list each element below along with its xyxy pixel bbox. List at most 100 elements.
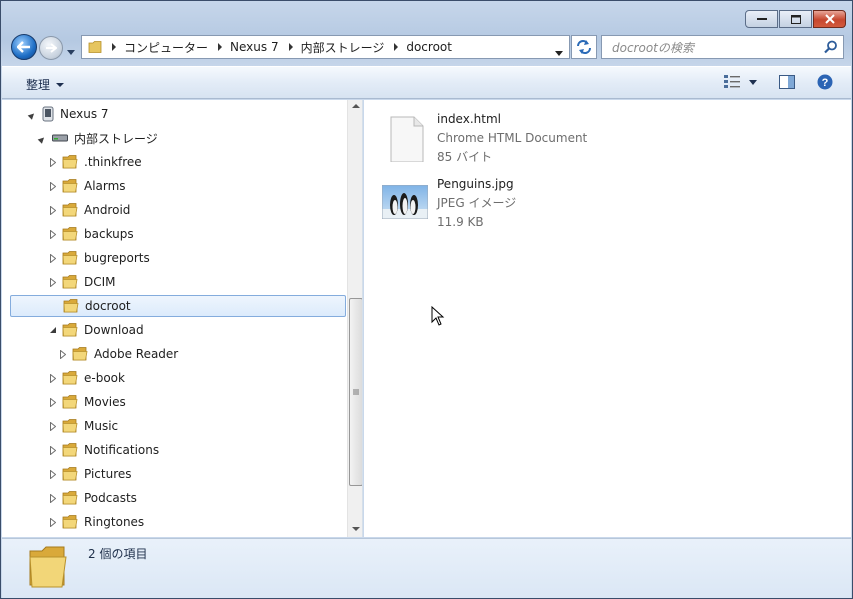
- file-item-index-html[interactable]: index.html Chrome HTML Document 85 バイト: [382, 110, 662, 170]
- tree-item-label: Movies: [84, 395, 126, 409]
- expand-arrow-icon[interactable]: [28, 109, 38, 119]
- back-button[interactable]: [11, 34, 37, 60]
- address-history-dropdown[interactable]: [555, 45, 563, 59]
- folder-icon: [88, 40, 102, 54]
- device-icon: [42, 106, 54, 122]
- tree-item-folder[interactable]: Adobe Reader: [58, 343, 178, 365]
- search-input[interactable]: docrootの検索: [601, 35, 844, 59]
- tree-item-label: Nexus 7: [60, 107, 109, 121]
- expand-arrow-icon[interactable]: [48, 277, 58, 287]
- tree-item-label: Music: [84, 419, 119, 433]
- folder-icon: [62, 515, 78, 529]
- help-button[interactable]: ?: [817, 74, 833, 90]
- folder-icon: [62, 467, 78, 481]
- address-bar[interactable]: コンピューター Nexus 7 内部ストレージ docroot: [81, 35, 570, 59]
- expand-arrow-icon[interactable]: [48, 493, 58, 503]
- breadcrumb-internal-storage[interactable]: 内部ストレージ: [301, 39, 385, 56]
- tree-item-folder[interactable]: Alarms: [48, 175, 126, 197]
- file-list-pane: index.html Chrome HTML Document 85 バイト P…: [364, 100, 851, 537]
- explorer-window: コンピューター Nexus 7 内部ストレージ docroot docrootの…: [0, 0, 853, 599]
- recent-pages-dropdown[interactable]: [67, 44, 75, 58]
- file-item-penguins-jpg[interactable]: Penguins.jpg JPEG イメージ 11.9 KB: [381, 175, 662, 235]
- breadcrumb-nexus7[interactable]: Nexus 7: [230, 40, 279, 54]
- folder-icon: [63, 299, 79, 313]
- tree-item-folder[interactable]: docroot: [10, 295, 346, 317]
- scroll-up-arrow-icon[interactable]: [352, 104, 360, 108]
- tree-item-folder[interactable]: Download: [48, 319, 144, 341]
- scrollbar-thumb[interactable]: [349, 298, 362, 486]
- tree-item-label: DCIM: [84, 275, 116, 289]
- close-button[interactable]: [813, 10, 846, 28]
- view-options-icon: [724, 75, 740, 88]
- tree-item-folder[interactable]: Podcasts: [48, 487, 137, 509]
- navigation-pane: Nexus 7 内部ストレージ .thinkfree Alarms Android b…: [2, 100, 363, 537]
- breadcrumb-computer[interactable]: コンピューター: [124, 39, 208, 56]
- expand-arrow-icon[interactable]: [48, 373, 58, 383]
- expand-arrow-icon[interactable]: [48, 253, 58, 263]
- breadcrumb-separator[interactable]: [218, 43, 223, 51]
- breadcrumb-separator[interactable]: [112, 43, 116, 51]
- tree-item-label: Pictures: [84, 467, 132, 481]
- file-type: Chrome HTML Document: [437, 131, 588, 145]
- tree-item-nexus7[interactable]: Nexus 7: [28, 103, 109, 125]
- breadcrumb-separator[interactable]: [288, 43, 293, 51]
- preview-pane-icon: [779, 75, 795, 89]
- minimize-icon: [756, 18, 767, 20]
- expand-arrow-icon[interactable]: [48, 157, 58, 167]
- tree-item-label: backups: [84, 227, 134, 241]
- navigation-bar: コンピューター Nexus 7 内部ストレージ docroot docrootの…: [1, 31, 852, 63]
- tree-item-folder[interactable]: Movies: [48, 391, 126, 413]
- folder-icon: [62, 419, 78, 433]
- breadcrumb-docroot[interactable]: docroot: [406, 40, 452, 54]
- vertical-scrollbar[interactable]: [347, 100, 362, 537]
- tree-item-internal-storage[interactable]: 内部ストレージ: [38, 127, 158, 149]
- folder-icon: [62, 179, 78, 193]
- window-controls: [744, 10, 846, 28]
- organize-button[interactable]: 整理: [26, 76, 65, 93]
- tree-item-folder[interactable]: .thinkfree: [48, 151, 142, 173]
- tree-item-folder[interactable]: Notifications: [48, 439, 159, 461]
- expand-arrow-icon[interactable]: [58, 349, 68, 359]
- expand-arrow-icon[interactable]: [48, 469, 58, 479]
- tree-item-label: Podcasts: [84, 491, 137, 505]
- scroll-down-arrow-icon[interactable]: [352, 527, 360, 531]
- breadcrumb-label: 内部ストレージ: [300, 40, 385, 55]
- expand-arrow-icon[interactable]: [48, 229, 58, 239]
- search-icon[interactable]: [824, 40, 838, 57]
- tree-item-folder[interactable]: e-book: [48, 367, 125, 389]
- help-icon: ?: [817, 74, 833, 90]
- item-count: 2 個の項目: [88, 547, 148, 561]
- close-icon: [824, 14, 835, 24]
- forward-button[interactable]: [39, 36, 63, 60]
- tree-item-folder[interactable]: Pictures: [48, 463, 132, 485]
- expand-arrow-icon[interactable]: [48, 325, 58, 335]
- expand-arrow-icon[interactable]: [49, 301, 59, 311]
- minimize-button[interactable]: [745, 10, 778, 28]
- expand-arrow-icon[interactable]: [48, 397, 58, 407]
- expand-arrow-icon[interactable]: [38, 133, 48, 143]
- folder-icon: [28, 545, 68, 592]
- view-controls: ?: [711, 74, 833, 90]
- change-view-button[interactable]: [723, 74, 757, 90]
- storage-icon: [52, 133, 68, 143]
- tree-item-folder[interactable]: Music: [48, 415, 118, 437]
- organize-label: 整理: [26, 78, 51, 92]
- expand-arrow-icon[interactable]: [48, 421, 58, 431]
- expand-arrow-icon[interactable]: [48, 517, 58, 527]
- tree-item-folder[interactable]: backups: [48, 223, 134, 245]
- tree-item-folder[interactable]: DCIM: [48, 271, 116, 293]
- tree-item-folder[interactable]: Ringtones: [48, 511, 144, 533]
- chevron-down-icon: [749, 79, 757, 85]
- tree-item-folder[interactable]: Android: [48, 199, 130, 221]
- expand-arrow-icon[interactable]: [48, 445, 58, 455]
- breadcrumb-separator[interactable]: [394, 43, 399, 51]
- refresh-button[interactable]: [571, 35, 597, 59]
- expand-arrow-icon[interactable]: [48, 205, 58, 215]
- breadcrumb-label: Nexus 7: [230, 40, 279, 54]
- tree-item-label: Android: [84, 203, 131, 217]
- expand-arrow-icon[interactable]: [48, 181, 58, 191]
- preview-pane-button[interactable]: [779, 75, 795, 89]
- maximize-button[interactable]: [779, 10, 812, 28]
- tree-item-folder[interactable]: bugreports: [48, 247, 150, 269]
- folder-icon: [72, 347, 88, 361]
